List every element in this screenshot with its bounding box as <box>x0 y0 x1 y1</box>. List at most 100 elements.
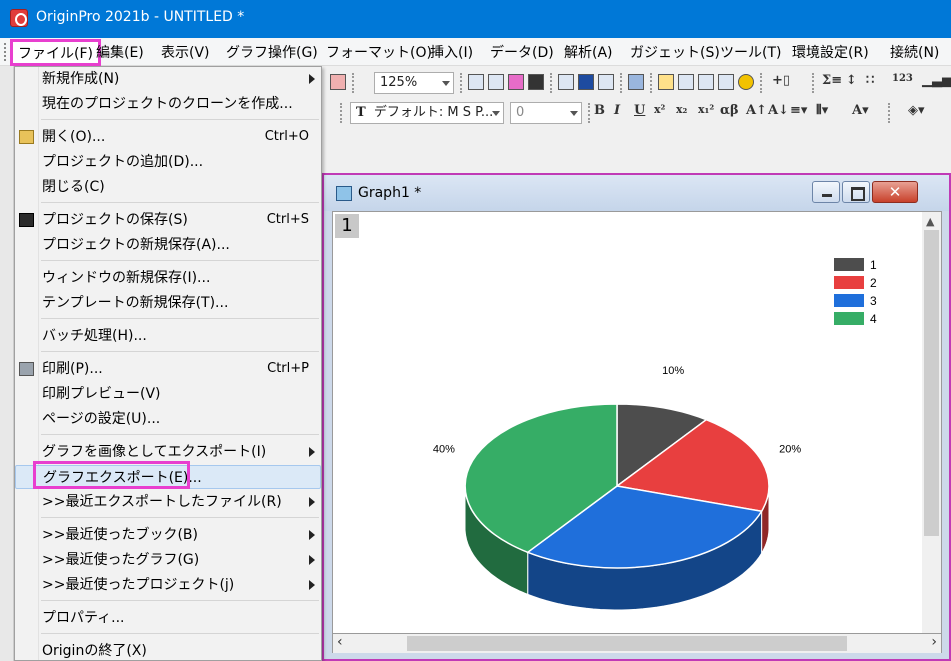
menu-separator <box>41 517 319 518</box>
toolbar-separator <box>460 73 462 93</box>
find-icon[interactable] <box>678 74 694 90</box>
standard-toolbar: 125% +▯ Σ≡ ↕ ∷ 123 ▁▃▅ <box>322 68 951 98</box>
menu-preferences[interactable]: 環境設定(R) <box>788 42 873 64</box>
file-menu-item[interactable]: プロパティ... <box>15 606 321 630</box>
align-icon[interactable]: ≡▾ <box>790 103 807 118</box>
scroll-right-icon[interactable]: › <box>931 634 937 650</box>
pie-legend[interactable]: 1 2 3 4 <box>834 258 877 326</box>
file-menu-item[interactable]: バッチ処理(H)... <box>15 324 321 348</box>
subscript-button[interactable]: x₂ <box>676 103 687 116</box>
file-menu-item[interactable]: >>最近エクスポートしたファイル(R) <box>15 490 321 514</box>
font-size-value: 0 <box>516 105 525 120</box>
layout-icon[interactable] <box>578 74 594 90</box>
toolbar-separator <box>588 103 590 123</box>
printer-icon <box>19 362 34 376</box>
file-menu-item[interactable]: ウィンドウの新規保存(I)... <box>15 266 321 290</box>
submenu-arrow-icon <box>309 447 315 457</box>
menu-item-label: プロジェクトの追加(D)... <box>42 154 204 170</box>
graph-window-titlebar[interactable]: Graph1 * ✕ <box>324 175 949 211</box>
menu-connectivity[interactable]: 接続(N) <box>886 42 943 64</box>
left-dock-strip <box>0 66 14 661</box>
file-menu-item[interactable]: 開く(O)... Ctrl+O <box>15 125 321 149</box>
file-menu-item[interactable]: プロジェクトの保存(S) Ctrl+S <box>15 208 321 232</box>
superscript-button[interactable]: x² <box>654 103 665 116</box>
maximize-button[interactable] <box>842 181 870 203</box>
file-menu-item[interactable]: >>最近使ったブック(B) <box>15 523 321 547</box>
italic-button[interactable]: I <box>614 103 620 118</box>
edit-icon[interactable] <box>558 74 574 90</box>
slide-icon[interactable] <box>488 74 504 90</box>
calendar-icon[interactable] <box>718 74 734 90</box>
decrease-font-button[interactable]: A↓ <box>768 103 789 118</box>
file-menu-item[interactable]: 印刷(P)... Ctrl+P <box>15 357 321 381</box>
bold-button[interactable]: B <box>594 103 605 118</box>
font-color-icon[interactable]: A▾ <box>852 103 869 118</box>
graph-window-icon <box>336 186 352 201</box>
graph-page[interactable]: 1 10%20%30%40%1234 ▲ <box>332 211 942 634</box>
file-menu-item[interactable]: テンプレートの新規保存(T)... <box>15 291 321 315</box>
fill-color-icon[interactable]: ◈▾ <box>908 103 925 118</box>
supersub-button[interactable]: x₁² <box>698 103 714 116</box>
bar-chart-icon[interactable]: ▁▃▅ <box>922 73 951 88</box>
font-combo[interactable]: T デフォルト: M S P... <box>350 102 504 124</box>
scroll-left-icon[interactable]: ‹ <box>337 634 343 650</box>
graph-icon[interactable] <box>508 74 524 90</box>
menubar-grip[interactable] <box>4 43 7 61</box>
scroll-up-icon[interactable]: ▲ <box>926 215 934 228</box>
vertical-scroll-thumb[interactable] <box>924 230 939 536</box>
close-button[interactable]: ✕ <box>872 181 918 203</box>
menu-item-label: プロジェクトの保存(S) <box>42 212 188 228</box>
menu-separator <box>41 119 319 120</box>
file-menu-item[interactable]: 印刷プレビュー(V) <box>15 382 321 406</box>
graph-window-title: Graph1 * <box>358 185 422 201</box>
file-menu-item[interactable]: 現在のプロジェクトのクローンを作成... <box>15 92 321 116</box>
sort-icon[interactable]: ↕ <box>846 73 857 88</box>
zoom-combo[interactable]: 125% <box>374 72 454 94</box>
menu-item-label: 現在のプロジェクトのクローンを作成... <box>42 96 293 112</box>
print-icon[interactable] <box>468 74 484 90</box>
refresh-icon[interactable] <box>330 74 346 90</box>
minimize-button[interactable] <box>812 181 840 203</box>
horizontal-scrollbar[interactable]: ‹ › <box>332 634 942 653</box>
font-size-combo[interactable]: 0 <box>510 102 582 124</box>
table-icon[interactable] <box>698 74 714 90</box>
film-icon[interactable] <box>528 74 544 90</box>
menu-tools[interactable]: ツール(T) <box>716 42 785 64</box>
add-row-icon[interactable]: +▯ <box>772 73 790 88</box>
file-menu-item[interactable]: >>最近使ったプロジェクト(j) <box>15 573 321 597</box>
legend-label-2: 2 <box>870 276 877 290</box>
file-menu-item[interactable]: 新規作成(N) <box>15 67 321 91</box>
stats-icon[interactable]: ∷ <box>866 73 874 88</box>
horizontal-scroll-thumb[interactable] <box>407 636 847 651</box>
file-menu-item[interactable]: プロジェクトの新規保存(A)... <box>15 233 321 257</box>
menu-edit[interactable]: 編集(E) <box>92 42 148 64</box>
menu-file[interactable]: ファイル(F) <box>10 39 101 66</box>
menu-analysis[interactable]: 解析(A) <box>560 42 617 64</box>
menu-data[interactable]: データ(D) <box>486 42 558 64</box>
notes-icon[interactable] <box>658 74 674 90</box>
menu-insert[interactable]: 挿入(I) <box>426 42 477 64</box>
increase-font-button[interactable]: A↑ <box>746 103 767 118</box>
sum-icon[interactable]: Σ≡ <box>822 73 842 88</box>
file-menu-item[interactable]: 閉じる(C) <box>15 175 321 199</box>
vertical-scrollbar[interactable]: ▲ <box>922 212 941 633</box>
origin-app-icon[interactable] <box>10 9 28 27</box>
menu-view[interactable]: 表示(V) <box>157 42 214 64</box>
submenu-arrow-icon <box>309 580 315 590</box>
file-menu-item[interactable]: Originの終了(X) <box>15 639 321 660</box>
numeric-icon[interactable]: 123 <box>892 73 913 84</box>
file-menu-item[interactable]: プロジェクトの追加(D)... <box>15 150 321 174</box>
file-menu-item[interactable]: ページの設定(U)... <box>15 407 321 431</box>
list-icon[interactable] <box>598 74 614 90</box>
tree-icon[interactable] <box>628 74 644 90</box>
underline-button[interactable]: U <box>634 103 645 118</box>
file-menu-item[interactable]: >>最近使ったグラフ(G) <box>15 548 321 572</box>
pattern-icon[interactable]: ⦀▾ <box>816 103 828 118</box>
menu-graph[interactable]: グラフ操作(G) <box>222 42 322 64</box>
greek-button[interactable]: αβ <box>720 103 739 118</box>
menu-format[interactable]: フォーマット(O) <box>322 42 436 64</box>
menu-gadgets[interactable]: ガジェット(S) <box>626 42 724 64</box>
menu-item-shortcut: Ctrl+P <box>267 361 309 376</box>
gear-icon[interactable] <box>738 74 754 90</box>
chevron-down-icon <box>492 111 500 116</box>
